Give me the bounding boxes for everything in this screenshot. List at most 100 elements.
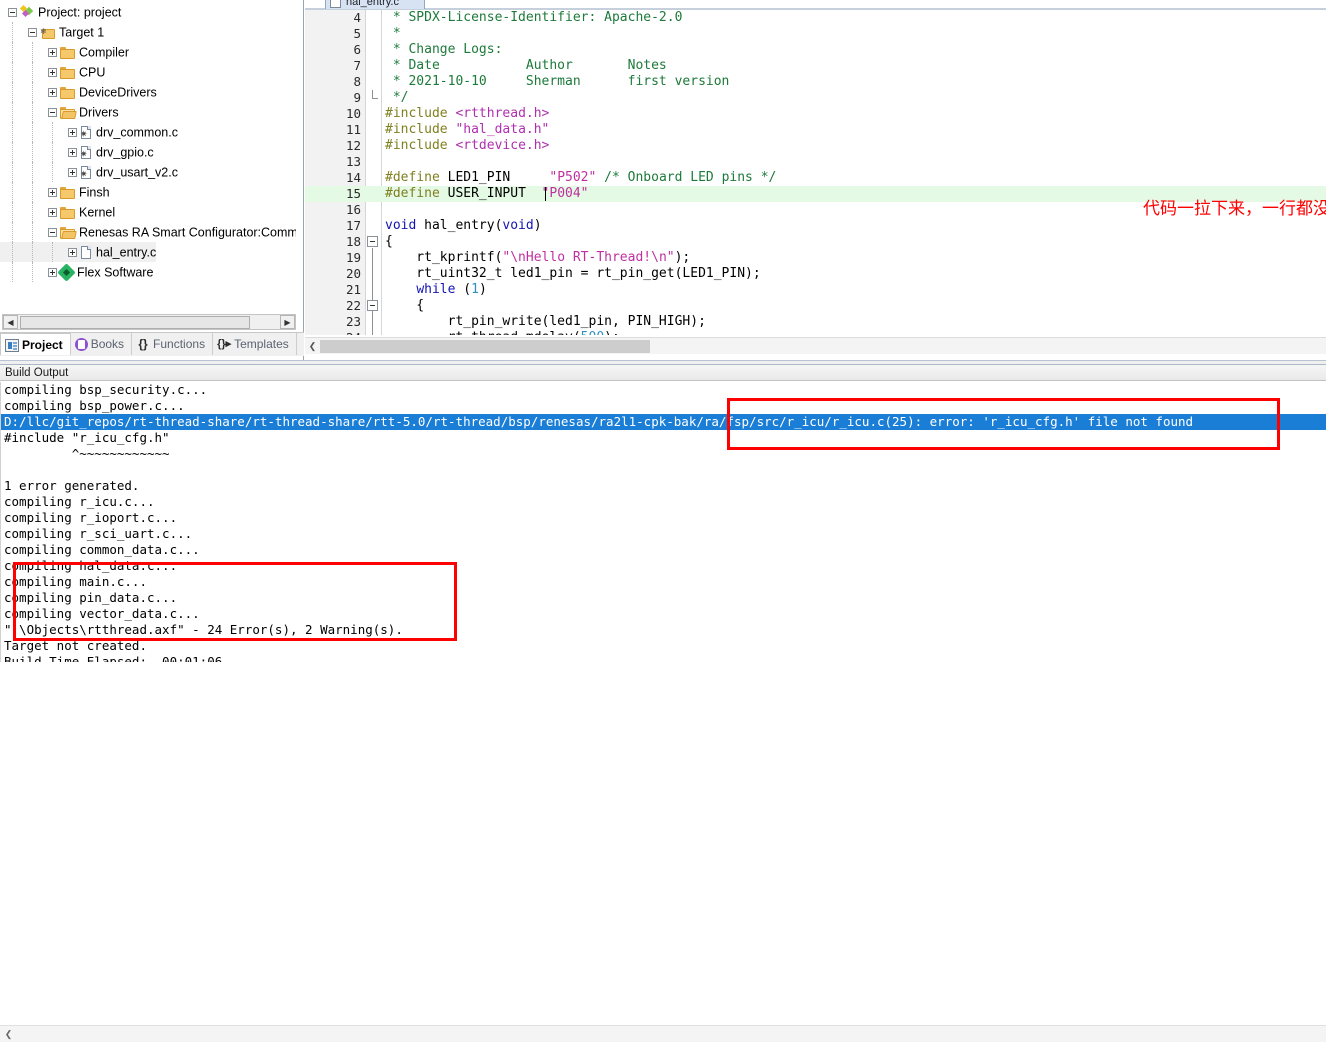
line-number: 24 xyxy=(305,330,361,335)
tree-item-label: Finsh xyxy=(79,185,110,200)
line-number: 9 xyxy=(353,90,361,105)
project-tree[interactable]: Project: project ❄ Target 1 Compiler CPU Devi… xyxy=(0,2,296,312)
tree-item-compiler[interactable]: Compiler xyxy=(0,42,129,62)
code-line-7: 7 * Date Author Notes xyxy=(305,58,1326,74)
line-number: 14 xyxy=(345,170,361,185)
tree-item-drv-common-c[interactable]: ✷ drv_common.c xyxy=(0,122,178,142)
expand-icon[interactable] xyxy=(68,128,77,138)
tree-item-hal-entry-c[interactable]: hal_entry.c xyxy=(0,242,157,262)
folder-icon xyxy=(60,86,75,99)
tree-item-drv-usart-v2-c[interactable]: ✷ drv_usart_v2.c xyxy=(0,162,178,182)
tree-item-devicedrivers[interactable]: DeviceDrivers xyxy=(0,82,157,102)
fold-toggle-line-18[interactable] xyxy=(367,236,378,247)
project-tab-icon xyxy=(5,339,19,353)
build-output-line[interactable]: compiling bsp_security.c... xyxy=(1,382,1326,398)
build-output-line[interactable]: compiling common_data.c... xyxy=(1,542,1326,558)
code-line-22: 22 { xyxy=(305,298,1326,314)
tree-item-drivers[interactable]: Drivers xyxy=(0,102,119,122)
expand-icon[interactable] xyxy=(48,208,57,218)
line-number: 13 xyxy=(345,154,361,169)
tree-item-label: Flex Software xyxy=(77,265,154,280)
collapse-icon[interactable] xyxy=(28,28,37,38)
code-line-17: 17 void hal_entry(void) xyxy=(305,218,1326,234)
line-number: 10 xyxy=(345,106,361,121)
expand-icon[interactable] xyxy=(48,268,57,278)
editor-tab-label: hal_entry.c xyxy=(346,0,399,8)
scroll-thumb[interactable] xyxy=(20,316,250,329)
scroll-thumb[interactable] xyxy=(320,340,650,353)
text-caret xyxy=(545,187,546,201)
c-file-icon: ✷ xyxy=(80,165,92,180)
folder-open-icon xyxy=(60,106,77,119)
expand-icon[interactable] xyxy=(68,168,77,178)
functions-icon: {} xyxy=(138,337,148,352)
folder-icon xyxy=(60,66,75,79)
expand-icon[interactable] xyxy=(48,88,57,98)
tree-item-target-1[interactable]: ❄ Target 1 xyxy=(0,22,104,42)
line-number: 17 xyxy=(345,218,361,233)
books-icon xyxy=(74,338,88,352)
code-line-21: 21 while (1) xyxy=(305,282,1326,298)
scroll-left-arrow-icon[interactable]: ❮ xyxy=(2,1027,15,1042)
line-number: 16 xyxy=(345,202,361,217)
scroll-left-arrow-icon[interactable]: ❮ xyxy=(306,339,319,354)
tree-item-project-project[interactable]: Project: project xyxy=(0,2,121,22)
tab-label: Books xyxy=(90,337,125,351)
build-output-line[interactable]: compiling r_sci_uart.c... xyxy=(1,526,1326,542)
tab-functions[interactable]: {} Functions xyxy=(132,333,214,355)
scroll-right-arrow-icon[interactable]: ▶ xyxy=(280,315,295,329)
line-number: 18 xyxy=(345,234,361,249)
code-line-6: 6 * Change Logs: xyxy=(305,42,1326,58)
collapse-icon[interactable] xyxy=(48,228,57,238)
line-number: 15 xyxy=(345,186,361,201)
line-number: 11 xyxy=(345,122,361,137)
code-line-11: 11 #include "hal_data.h" xyxy=(305,122,1326,138)
line-number: 5 xyxy=(353,26,361,41)
project-tree-hscrollbar[interactable]: ◀ ▶ xyxy=(2,314,296,330)
build-output-line[interactable]: 1 error generated. xyxy=(1,478,1326,494)
tree-item-drv-gpio-c[interactable]: ✷ drv_gpio.c xyxy=(0,142,154,162)
scroll-left-arrow-icon[interactable]: ◀ xyxy=(3,315,18,329)
tab-label: Templates xyxy=(234,337,289,351)
build-output-line[interactable]: compiling r_icu.c... xyxy=(1,494,1326,510)
build-output-line[interactable]: compiling r_ioport.c... xyxy=(1,510,1326,526)
folder-icon xyxy=(60,186,75,199)
collapse-icon[interactable] xyxy=(8,8,17,18)
code-text: #include <rtthread.h> xyxy=(385,106,550,121)
code-text: * 2021-10-10 Sherman first version xyxy=(385,74,730,89)
tree-item-flex-software[interactable]: Flex Software xyxy=(0,262,153,282)
expand-icon[interactable] xyxy=(68,248,77,258)
expand-icon[interactable] xyxy=(48,48,57,58)
build-summary-box xyxy=(13,562,457,641)
tree-item-renesas-ra-smart-configurator-commc[interactable]: Renesas RA Smart Configurator:Commc xyxy=(0,222,296,242)
tree-item-finsh[interactable]: Finsh xyxy=(0,182,110,202)
flex-icon xyxy=(57,263,76,282)
code-line-24: 24 rt_thread_mdelay(500); xyxy=(305,330,1326,335)
expand-icon[interactable] xyxy=(48,68,57,78)
error-highlight-box xyxy=(727,398,1280,450)
tree-item-cpu[interactable]: CPU xyxy=(0,62,105,82)
expand-icon[interactable] xyxy=(48,188,57,198)
tab-templates[interactable]: {}▸ Templates xyxy=(213,333,297,355)
code-text: { xyxy=(385,298,425,313)
build-output-line[interactable]: Build Time Elapsed: 00:01:06 xyxy=(1,654,1326,662)
tab-books[interactable]: Books xyxy=(71,333,133,355)
editor-hscrollbar[interactable]: ❮ xyxy=(305,337,1326,354)
project-panel: Project: project ❄ Target 1 Compiler CPU Devi… xyxy=(0,0,304,362)
tree-item-kernel[interactable]: Kernel xyxy=(0,202,115,222)
target-icon: ❄ xyxy=(40,27,55,39)
code-area[interactable]: 4 * SPDX-License-Identifier: Apache-2.0 5… xyxy=(305,10,1326,335)
fold-guide-line xyxy=(372,248,373,335)
folder-icon xyxy=(60,206,75,219)
project-panel-tabs: Project Books {} Functions {}▸ Templates xyxy=(0,332,304,356)
line-number: 23 xyxy=(345,314,361,329)
c-file-icon: ✷ xyxy=(80,145,92,160)
build-output-line[interactable] xyxy=(1,462,1326,478)
collapse-icon[interactable] xyxy=(48,108,57,118)
fold-toggle-line-22[interactable] xyxy=(367,300,378,311)
expand-icon[interactable] xyxy=(68,148,77,158)
tab-project[interactable]: Project xyxy=(0,333,71,355)
editor-tab-hal-entry[interactable]: hal_entry.c xyxy=(325,0,425,9)
build-output-hscrollbar[interactable]: ❮ xyxy=(0,1025,1326,1042)
tree-item-label: drv_gpio.c xyxy=(96,145,154,160)
